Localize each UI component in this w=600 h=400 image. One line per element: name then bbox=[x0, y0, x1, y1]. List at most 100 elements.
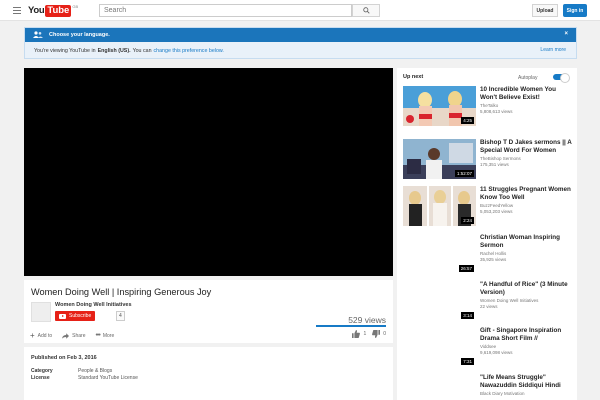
video-thumbnail[interactable]: 1:52:07 bbox=[403, 139, 476, 179]
change-language-link[interactable]: change this preference below. bbox=[154, 48, 224, 54]
like-button[interactable]: 1 bbox=[352, 330, 366, 338]
license-value: Standard YouTube License bbox=[78, 375, 138, 381]
video-thumbnail[interactable]: 26:57 bbox=[403, 234, 476, 274]
video-title-link[interactable]: 11 Struggles Pregnant Women Know Too Wel… bbox=[480, 186, 572, 202]
list-item[interactable]: 26:57 Christian Woman Inspiring Sermon R… bbox=[403, 234, 573, 274]
logo-region: GB bbox=[72, 4, 79, 9]
more-label: More bbox=[102, 332, 115, 339]
subscribe-button[interactable]: Subscribe bbox=[55, 311, 96, 321]
search-input[interactable]: Search bbox=[99, 4, 352, 17]
video-thumbnail[interactable] bbox=[403, 374, 476, 400]
video-title-link[interactable]: 10 Incredible Women You Won't Believe Ex… bbox=[480, 86, 572, 102]
logo-you: You bbox=[28, 5, 45, 16]
share-label: Share bbox=[72, 332, 86, 339]
video-title-link[interactable]: "A Handful of Rice" (3 Minute Version) bbox=[480, 281, 572, 297]
people-icon bbox=[33, 30, 43, 40]
video-views: 22 views bbox=[480, 304, 498, 309]
close-icon[interactable]: × bbox=[564, 31, 568, 37]
menu-icon[interactable] bbox=[13, 7, 21, 14]
video-duration: 7:31 bbox=[461, 358, 474, 365]
view-count: 529 views bbox=[348, 315, 386, 325]
masthead: You Tube GB Search Upload Sign in bbox=[0, 0, 600, 21]
list-item[interactable]: "Life Means Struggle" Nawazuddin Siddiqu… bbox=[403, 374, 573, 400]
video-thumbnail[interactable]: 7:31 bbox=[403, 327, 476, 367]
video-duration: 1:52:07 bbox=[454, 170, 474, 177]
subscribe-label: Subscribe bbox=[69, 313, 92, 319]
more-button[interactable]: ••• More bbox=[95, 331, 114, 340]
current-language: English (US). bbox=[97, 47, 131, 54]
language-text-mid: You can bbox=[132, 47, 152, 54]
list-item[interactable]: 4:25 10 Incredible Women You Won't Belie… bbox=[403, 86, 573, 126]
description-card: Published on Feb 3, 2016 Category People… bbox=[24, 347, 393, 400]
category-label: Category bbox=[31, 368, 53, 374]
thumbs-up-icon bbox=[352, 330, 361, 338]
more-dots-icon: ••• bbox=[95, 332, 100, 339]
dislike-count: 0 bbox=[383, 331, 386, 337]
thumbs-down-icon bbox=[372, 330, 381, 338]
youtube-logo[interactable]: You Tube GB bbox=[28, 4, 78, 17]
video-views: 175,351 views bbox=[480, 162, 509, 167]
video-duration: 26:57 bbox=[458, 265, 474, 272]
subscriber-count: 4 bbox=[116, 311, 125, 321]
video-channel: Black Diary Motivation bbox=[480, 391, 525, 396]
plus-icon: + bbox=[30, 331, 35, 340]
video-title: Women Doing Well | Inspiring Generous Jo… bbox=[31, 287, 212, 297]
language-banner-body: You're viewing YouTube in English (US). … bbox=[25, 42, 576, 59]
list-item[interactable]: 2:24 11 Struggles Pregnant Women Know To… bbox=[403, 186, 573, 226]
video-thumbnail[interactable]: 3:14 bbox=[403, 281, 476, 321]
list-item[interactable]: 1:52:07 Bishop T D Jakes sermons || A Sp… bbox=[403, 139, 573, 179]
video-channel: Viddsee bbox=[480, 344, 497, 349]
sign-in-button[interactable]: Sign in bbox=[563, 4, 587, 17]
video-duration: 4:25 bbox=[461, 117, 474, 124]
like-count: 1 bbox=[363, 331, 367, 337]
list-item[interactable]: 7:31 Gift - Singapore Inspiration Drama … bbox=[403, 327, 573, 367]
dislike-button[interactable]: 0 bbox=[372, 330, 386, 338]
autoplay-toggle[interactable] bbox=[553, 73, 570, 83]
autoplay-label: Autoplay bbox=[518, 75, 538, 81]
video-duration: 2:24 bbox=[461, 217, 474, 224]
language-banner: Choose your language. × You're viewing Y… bbox=[24, 27, 577, 59]
search-button[interactable] bbox=[352, 4, 380, 17]
video-info-card: Women Doing Well | Inspiring Generous Jo… bbox=[24, 280, 393, 343]
add-to-label: Add to bbox=[37, 332, 53, 339]
search-icon bbox=[362, 7, 370, 14]
video-thumbnail[interactable]: 2:24 bbox=[403, 186, 476, 226]
video-channel: BuzzFeedYellow bbox=[480, 203, 514, 208]
share-button[interactable]: Share bbox=[62, 331, 85, 340]
logo-tube: Tube bbox=[45, 4, 72, 17]
video-actions: + Add to Share ••• More bbox=[30, 331, 114, 340]
video-channel: Rachel Hollis bbox=[480, 251, 507, 256]
up-next-sidebar: Up next Autoplay 4:25 10 Incredible Wome… bbox=[397, 68, 577, 400]
list-item[interactable]: 3:14 "A Handful of Rice" (3 Minute Versi… bbox=[403, 281, 573, 321]
video-title-link[interactable]: Gift - Singapore Inspiration Drama Short… bbox=[480, 327, 572, 343]
video-views: 5,808,613 views bbox=[480, 109, 513, 114]
video-title-link[interactable]: Christian Woman Inspiring Sermon bbox=[480, 234, 572, 250]
publish-date: Published on Feb 3, 2016 bbox=[31, 355, 97, 361]
language-text-pre: You're viewing YouTube in bbox=[34, 47, 96, 54]
video-views: 35,925 views bbox=[480, 257, 507, 262]
like-ratio-bar bbox=[316, 325, 386, 327]
video-duration: 3:14 bbox=[461, 312, 474, 319]
video-thumbnail[interactable]: 4:25 bbox=[403, 86, 476, 126]
language-banner-header: Choose your language. × bbox=[25, 28, 576, 42]
license-label: License bbox=[31, 375, 50, 381]
youtube-play-icon bbox=[59, 313, 66, 319]
video-title-link[interactable]: "Life Means Struggle" Nawazuddin Siddiqu… bbox=[480, 374, 572, 390]
language-banner-heading: Choose your language. bbox=[49, 32, 110, 38]
video-channel: TheTalko bbox=[480, 103, 499, 108]
video-views: 9,619,098 views bbox=[480, 350, 513, 355]
video-channel: Women Doing Well Initiatives bbox=[480, 298, 539, 303]
upload-button[interactable]: Upload bbox=[532, 4, 558, 17]
channel-avatar[interactable] bbox=[31, 302, 51, 322]
up-next-heading: Up next bbox=[403, 74, 424, 80]
like-dislike: 1 0 bbox=[352, 330, 386, 338]
video-player[interactable] bbox=[24, 68, 393, 276]
video-title-link[interactable]: Bishop T D Jakes sermons || A Special Wo… bbox=[480, 139, 572, 155]
add-to-button[interactable]: + Add to bbox=[30, 331, 52, 340]
learn-more-link[interactable]: Learn more bbox=[540, 47, 566, 53]
category-value[interactable]: People & Blogs bbox=[78, 368, 112, 374]
channel-name[interactable]: Women Doing Well Initiatives bbox=[55, 302, 132, 308]
share-icon bbox=[62, 332, 70, 339]
video-channel: TheBishop Sermons bbox=[480, 156, 521, 161]
video-views: 5,053,203 views bbox=[480, 209, 513, 214]
